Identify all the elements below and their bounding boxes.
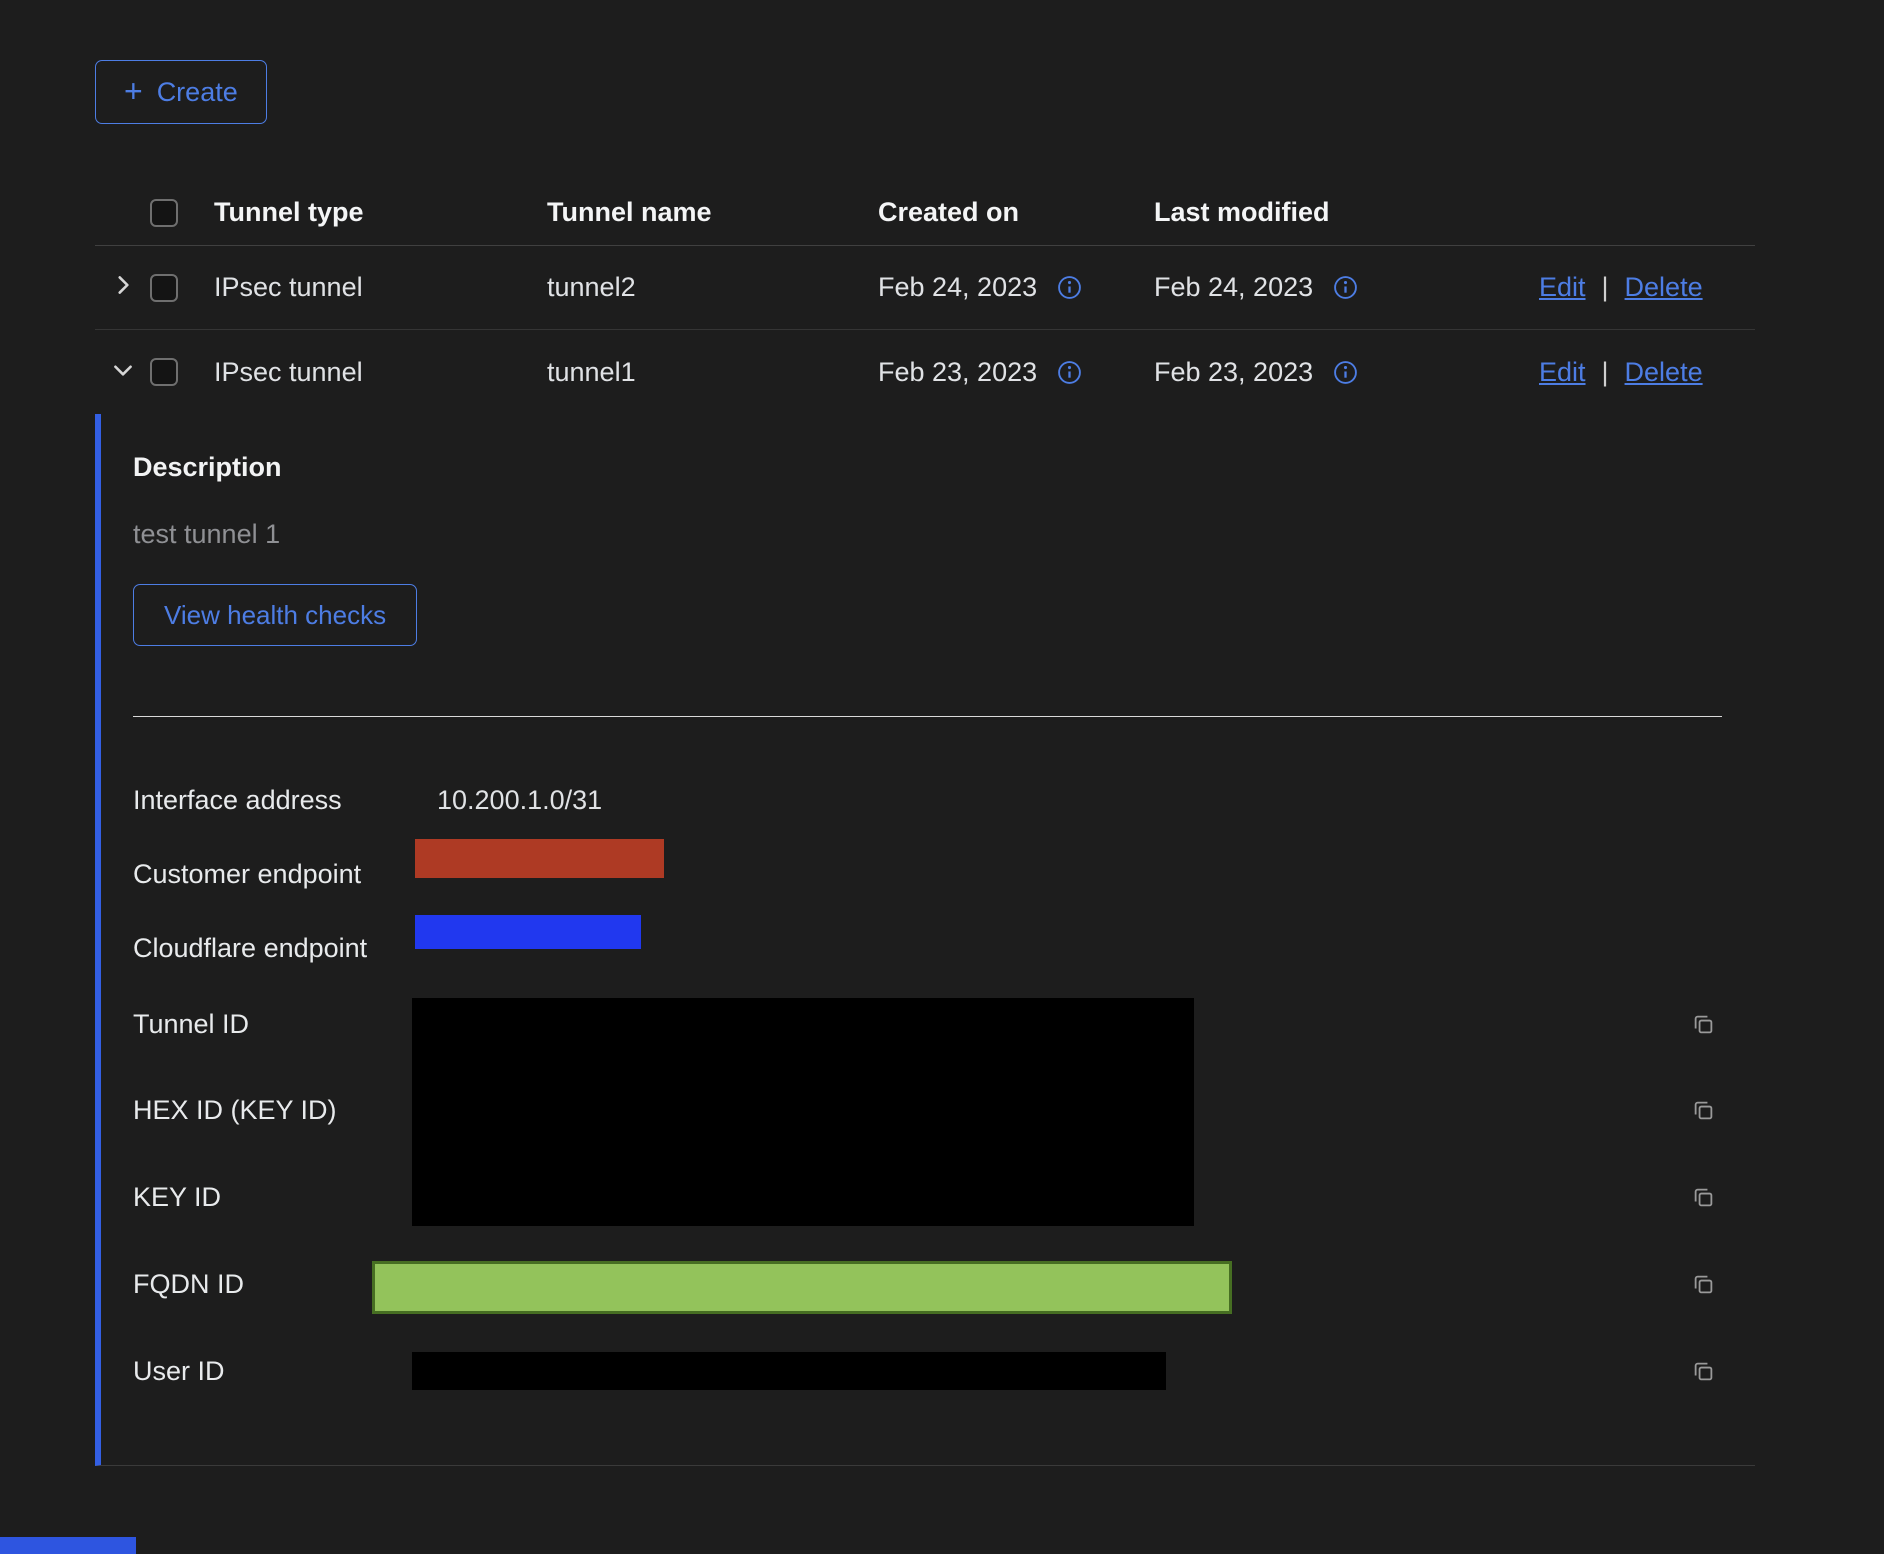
customer-endpoint-label: Customer endpoint xyxy=(133,858,361,890)
tunnel-type-cell: IPsec tunnel xyxy=(214,357,547,388)
chevron-right-icon xyxy=(110,272,136,303)
interface-address-label: Interface address xyxy=(133,784,342,816)
created-on-value: Feb 24, 2023 xyxy=(878,272,1037,303)
chevron-down-icon xyxy=(110,357,136,388)
created-on-cell: Feb 23, 2023 xyxy=(878,357,1154,388)
header-tunnel-type: Tunnel type xyxy=(214,197,547,228)
table-header-row: Tunnel type Tunnel name Created on Last … xyxy=(95,180,1755,246)
create-button-label: Create xyxy=(157,77,238,108)
user-id-redacted xyxy=(412,1352,1166,1390)
fqdn-id-label: FQDN ID xyxy=(133,1268,244,1300)
view-health-checks-button[interactable]: View health checks xyxy=(133,584,417,646)
create-button[interactable]: + Create xyxy=(95,60,267,124)
info-icon[interactable] xyxy=(1333,275,1358,300)
copy-icon[interactable] xyxy=(1690,1011,1717,1038)
info-icon[interactable] xyxy=(1333,360,1358,385)
info-icon[interactable] xyxy=(1057,360,1082,385)
delete-link[interactable]: Delete xyxy=(1625,272,1703,303)
table-row: IPsec tunnel tunnel1 Feb 23, 2023 Feb 23… xyxy=(95,330,1755,414)
created-on-cell: Feb 24, 2023 xyxy=(878,272,1154,303)
hex-id-label: HEX ID (KEY ID) xyxy=(133,1094,337,1126)
select-row-checkbox[interactable] xyxy=(150,358,178,386)
section-divider xyxy=(133,716,1722,717)
last-modified-value: Feb 23, 2023 xyxy=(1154,357,1313,388)
description-label: Description xyxy=(133,452,1755,483)
plus-icon: + xyxy=(124,75,143,107)
tunnels-table: Tunnel type Tunnel name Created on Last … xyxy=(95,180,1755,1466)
table-row: IPsec tunnel tunnel2 Feb 24, 2023 Feb 24… xyxy=(95,246,1755,330)
copy-icon[interactable] xyxy=(1690,1358,1717,1385)
bottom-accent-bar xyxy=(0,1537,136,1554)
user-id-label: User ID xyxy=(133,1355,225,1387)
header-created-on: Created on xyxy=(878,197,1154,228)
copy-icon[interactable] xyxy=(1690,1271,1717,1298)
row-actions: Edit | Delete xyxy=(1539,357,1755,388)
description-text: test tunnel 1 xyxy=(133,519,1755,550)
collapse-row-button[interactable] xyxy=(95,357,150,388)
delete-link[interactable]: Delete xyxy=(1625,357,1703,388)
actions-separator: | xyxy=(1602,272,1609,303)
last-modified-cell: Feb 23, 2023 xyxy=(1154,357,1539,388)
cloudflare-endpoint-redacted xyxy=(415,915,641,949)
interface-address-value: 10.200.1.0/31 xyxy=(437,784,602,816)
tunnel-name-cell: tunnel2 xyxy=(547,272,878,303)
select-row-checkbox[interactable] xyxy=(150,274,178,302)
fqdn-id-redacted xyxy=(372,1261,1232,1314)
header-last-modified: Last modified xyxy=(1154,197,1539,228)
last-modified-value: Feb 24, 2023 xyxy=(1154,272,1313,303)
tunnel-id-label: Tunnel ID xyxy=(133,1008,249,1040)
ids-redacted-block xyxy=(412,998,1194,1226)
header-tunnel-name: Tunnel name xyxy=(547,197,878,228)
actions-separator: | xyxy=(1602,357,1609,388)
tunnel-name-cell: tunnel1 xyxy=(547,357,878,388)
info-icon[interactable] xyxy=(1057,275,1082,300)
created-on-value: Feb 23, 2023 xyxy=(878,357,1037,388)
edit-link[interactable]: Edit xyxy=(1539,357,1586,388)
customer-endpoint-redacted xyxy=(415,839,664,878)
main-content: + Create Tunnel type Tunnel name Created… xyxy=(95,0,1755,1466)
edit-link[interactable]: Edit xyxy=(1539,272,1586,303)
last-modified-cell: Feb 24, 2023 xyxy=(1154,272,1539,303)
copy-icon[interactable] xyxy=(1690,1097,1717,1124)
cloudflare-endpoint-label: Cloudflare endpoint xyxy=(133,932,367,964)
select-all-checkbox[interactable] xyxy=(150,199,178,227)
row-actions: Edit | Delete xyxy=(1539,272,1755,303)
copy-icon[interactable] xyxy=(1690,1184,1717,1211)
tunnel-detail-panel: Description test tunnel 1 View health ch… xyxy=(95,414,1755,1466)
tunnel-fields: Interface address 10.200.1.0/31 Customer… xyxy=(133,767,1753,1407)
expand-row-button[interactable] xyxy=(95,272,150,303)
tunnel-type-cell: IPsec tunnel xyxy=(214,272,547,303)
key-id-label: KEY ID xyxy=(133,1181,221,1213)
